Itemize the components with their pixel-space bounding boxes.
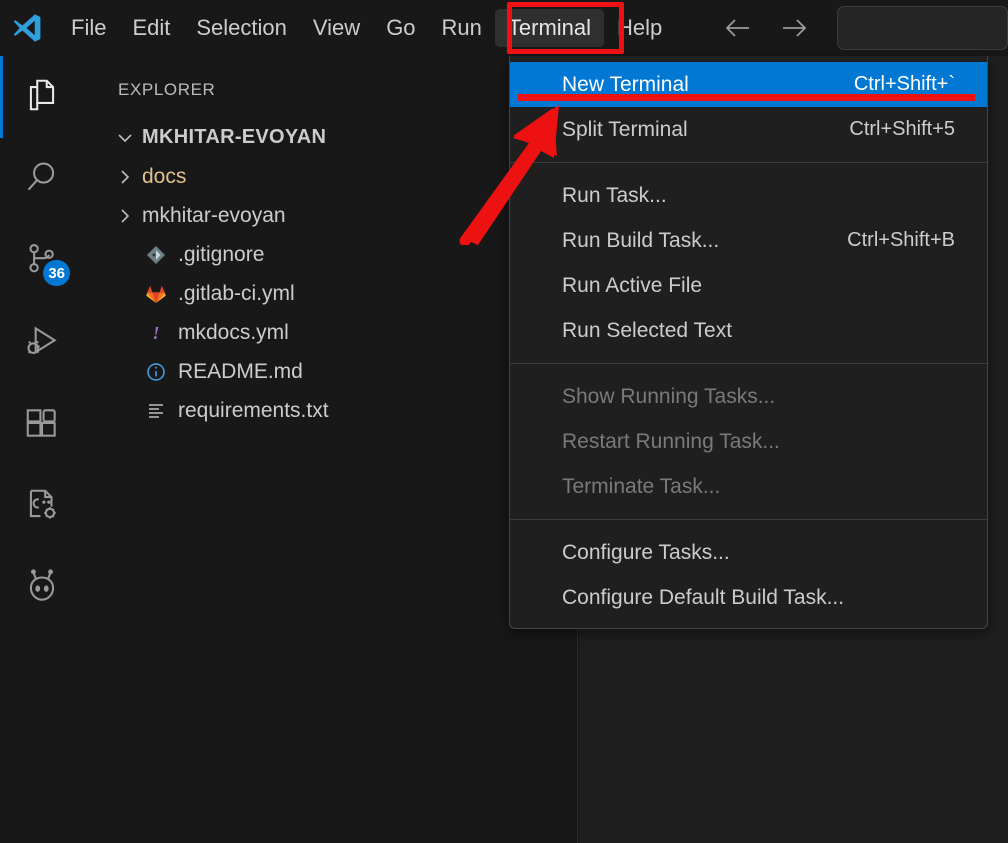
- menu-item-shortcut: Ctrl+Shift+`: [853, 73, 955, 95]
- menu-run-task[interactable]: Run Task...: [510, 173, 987, 218]
- menu-item-label: New Terminal: [562, 72, 689, 96]
- menu-item-label: Run Active File: [562, 273, 703, 297]
- activity-item-alien[interactable]: [0, 548, 84, 630]
- menu-terminate-task: Terminate Task...: [510, 464, 987, 509]
- chevron-down-icon[interactable]: [110, 128, 140, 148]
- tree-item-label: docs: [142, 164, 187, 188]
- menu-item-label: Run Task...: [562, 183, 667, 207]
- explorer-sidebar: EXPLORER MKHITAR-EVOYAN docs mkhitar-evoya…: [84, 56, 578, 843]
- tree-item-label: README.md: [178, 359, 303, 383]
- command-center-input[interactable]: [837, 6, 1008, 50]
- activity-bar: 36: [0, 56, 84, 843]
- menu-restart-running-task: Restart Running Task...: [510, 419, 987, 464]
- menu-item-shortcut: Ctrl+Shift+B: [847, 229, 955, 251]
- tree-item-label: .gitlab-ci.yml: [178, 281, 295, 305]
- menu-item-label: Show Running Tasks...: [562, 384, 776, 408]
- activity-item-source-control[interactable]: 36: [0, 220, 84, 302]
- menu-configure-default-build-task[interactable]: Configure Default Build Task...: [510, 575, 987, 620]
- tree-folder-row[interactable]: docs: [84, 157, 577, 196]
- tree-root-label: MKHITAR-EVOYAN: [142, 126, 327, 148]
- activity-item-search[interactable]: [0, 138, 84, 220]
- tree-file-row[interactable]: ! mkdocs.yml: [84, 313, 577, 352]
- menu-separator: [510, 363, 987, 364]
- chevron-right-icon[interactable]: [110, 206, 140, 226]
- menu-item-shortcut: Ctrl+Shift+5: [849, 118, 955, 140]
- menu-edit[interactable]: Edit: [119, 9, 183, 47]
- menu-configure-tasks[interactable]: Configure Tasks...: [510, 530, 987, 575]
- tree-file-row[interactable]: .gitlab-ci.yml: [84, 274, 577, 313]
- tree-item-label: mkhitar-evoyan: [142, 203, 286, 227]
- navigation-arrows: [721, 11, 811, 45]
- activity-item-run-debug[interactable]: [0, 302, 84, 384]
- text-lines-icon: [140, 400, 172, 422]
- cpp-gear-icon: [23, 486, 61, 529]
- search-icon: [23, 158, 61, 201]
- tree-item-label: .gitignore: [178, 242, 265, 266]
- tree-file-row[interactable]: requirements.txt: [84, 391, 577, 430]
- terminal-menu-dropdown: New Terminal Ctrl+Shift+` Split Terminal Ct…: [509, 56, 988, 629]
- menu-view[interactable]: View: [300, 9, 373, 47]
- menu-go[interactable]: Go: [373, 9, 428, 47]
- menu-item-label: Configure Tasks...: [562, 540, 730, 564]
- vscode-logo-icon: [10, 8, 44, 48]
- tree-root-folder[interactable]: MKHITAR-EVOYAN: [84, 118, 577, 157]
- alien-icon: [23, 568, 61, 611]
- title-bar: File Edit Selection View Go Run Terminal Help: [0, 0, 1008, 56]
- extensions-icon: [23, 404, 61, 447]
- svg-text:!: !: [152, 323, 159, 343]
- menu-bar: File Edit Selection View Go Run Terminal Help: [58, 6, 675, 50]
- run-debug-icon: [23, 322, 61, 365]
- menu-item-label: Run Build Task...: [562, 228, 720, 252]
- tree-folder-row[interactable]: mkhitar-evoyan: [84, 196, 577, 235]
- menu-separator: [510, 519, 987, 520]
- menu-help[interactable]: Help: [604, 9, 675, 47]
- files-icon: [23, 76, 61, 119]
- menu-selection[interactable]: Selection: [183, 9, 300, 47]
- menu-file[interactable]: File: [58, 9, 119, 47]
- activity-item-extensions[interactable]: [0, 384, 84, 466]
- menu-split-terminal[interactable]: Split Terminal Ctrl+Shift+5: [510, 107, 987, 152]
- tree-file-row[interactable]: README.md: [84, 352, 577, 391]
- vscode-window: File Edit Selection View Go Run Terminal Help 3…: [0, 0, 1008, 843]
- menu-item-label: Configure Default Build Task...: [562, 585, 845, 609]
- menu-terminal[interactable]: Terminal: [494, 9, 605, 47]
- file-tree: MKHITAR-EVOYAN docs mkhitar-evoyan .gitigno…: [84, 112, 577, 430]
- menu-run-selected-text[interactable]: Run Selected Text: [510, 308, 987, 353]
- menu-show-running-tasks: Show Running Tasks...: [510, 374, 987, 419]
- menu-new-terminal[interactable]: New Terminal Ctrl+Shift+`: [510, 62, 987, 107]
- tree-item-label: mkdocs.yml: [178, 320, 289, 344]
- info-circle-icon: [140, 361, 172, 383]
- tree-file-row[interactable]: .gitignore: [84, 235, 577, 274]
- tree-item-label: requirements.txt: [178, 398, 329, 422]
- menu-item-label: Terminate Task...: [562, 474, 721, 498]
- menu-item-label: Split Terminal: [562, 117, 688, 141]
- source-control-badge: 36: [43, 260, 70, 286]
- menu-separator: [510, 162, 987, 163]
- exclamation-icon: !: [140, 322, 172, 344]
- activity-item-cpp-gear[interactable]: [0, 466, 84, 548]
- menu-run-build-task[interactable]: Run Build Task... Ctrl+Shift+B: [510, 218, 987, 263]
- sidebar-title: EXPLORER: [118, 80, 216, 99]
- activity-item-files[interactable]: [0, 56, 84, 138]
- menu-item-label: Restart Running Task...: [562, 429, 780, 453]
- menu-run[interactable]: Run: [429, 9, 495, 47]
- git-icon: [140, 244, 172, 266]
- chevron-right-icon[interactable]: [110, 167, 140, 187]
- gitlab-icon: [140, 283, 172, 305]
- arrow-left-icon[interactable]: [721, 11, 755, 45]
- menu-item-label: Run Selected Text: [562, 318, 733, 342]
- menu-run-active-file[interactable]: Run Active File: [510, 263, 987, 308]
- arrow-right-icon[interactable]: [777, 11, 811, 45]
